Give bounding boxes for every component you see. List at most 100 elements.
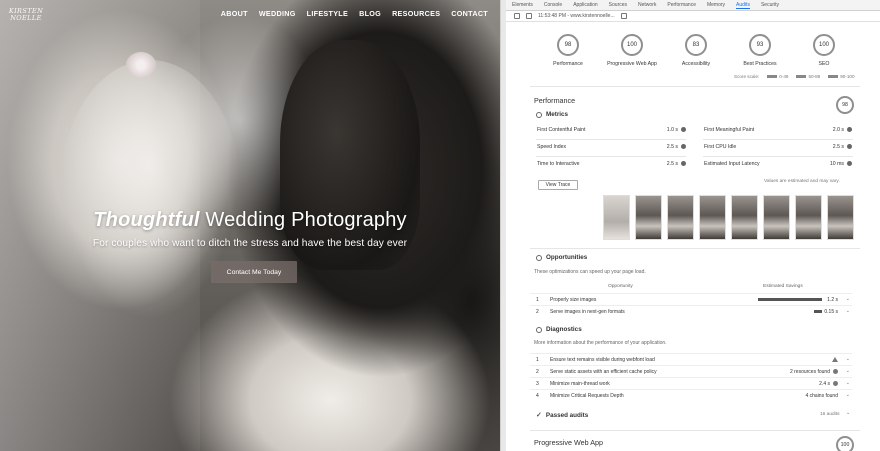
metric-label: First Meaningful Paint xyxy=(704,127,755,133)
average-icon xyxy=(847,144,852,150)
pass-icon xyxy=(847,161,852,167)
gauge-ring: 93 xyxy=(749,34,771,56)
tab-audits[interactable]: Audits xyxy=(736,2,750,9)
tab-elements[interactable]: Elements xyxy=(512,2,533,8)
opportunities-icon xyxy=(536,254,542,261)
tab-application[interactable]: Application xyxy=(573,2,597,8)
diagnostics-title: Diagnostics xyxy=(546,326,582,333)
savings-column-header: Estimated Savings xyxy=(763,284,803,289)
site-nav: ABOUT WEDDING LIFESTYLE BLOG RESOURCES C… xyxy=(221,9,488,18)
hair-flower-image-region xyxy=(126,52,156,78)
opportunity-row[interactable]: 2 Serve images in next-gen formats 0.15 … xyxy=(530,305,852,316)
gauge-best-practices[interactable]: 93 Best Practices xyxy=(728,34,792,67)
expand-chevron-icon[interactable]: ⌄ xyxy=(846,308,850,314)
average-icon xyxy=(847,127,852,133)
row-value xyxy=(832,357,838,363)
metrics-header[interactable]: Metrics xyxy=(536,111,568,118)
metric-label: First CPU Idle xyxy=(704,144,737,150)
metric-value: 2.5 s xyxy=(646,161,686,167)
filmstrip-frame[interactable] xyxy=(827,195,854,240)
site-logo[interactable]: KIRSTEN NOELLE xyxy=(8,7,44,32)
performance-score-ring: 98 xyxy=(836,96,854,114)
expand-chevron-icon[interactable]: ⌄ xyxy=(846,410,850,416)
download-icon[interactable] xyxy=(526,13,532,19)
nav-contact[interactable]: CONTACT xyxy=(451,9,488,18)
row-label: Minimize Critical Requests Depth xyxy=(550,393,624,399)
logo-line-2: NOELLE xyxy=(10,14,42,23)
opportunities-description: These optimizations can speed up your pa… xyxy=(534,269,646,275)
tab-network[interactable]: Network xyxy=(638,2,656,8)
diagnostic-row[interactable]: 3 Minimize main-thread work 2.4 s ⌄ xyxy=(530,377,852,388)
filmstrip-frame[interactable] xyxy=(763,195,790,240)
row-label: Ensure text remains visible during webfo… xyxy=(550,357,655,363)
filmstrip-frame[interactable] xyxy=(795,195,822,240)
diagnostics-description: More information about the performance o… xyxy=(534,340,667,346)
hero-title-rest: Wedding Photography xyxy=(199,209,407,231)
diagnostic-row[interactable]: 2 Serve static assets with an efficient … xyxy=(530,365,852,376)
divider xyxy=(703,156,853,157)
opportunities-title: Opportunities xyxy=(546,254,588,261)
expand-chevron-icon[interactable]: ⌄ xyxy=(846,392,850,398)
hero-subtitle: For couples who want to ditch the stress… xyxy=(92,238,408,249)
tab-memory[interactable]: Memory xyxy=(707,2,725,8)
opportunities-header[interactable]: Opportunities xyxy=(536,254,587,261)
filmstrip-frame[interactable] xyxy=(635,195,662,240)
row-number: 2 xyxy=(536,309,539,315)
gauge-performance[interactable]: 98 Performance xyxy=(536,34,600,67)
row-value: 2.4 s xyxy=(819,381,838,387)
add-audit-icon[interactable] xyxy=(514,13,520,19)
filmstrip-frame[interactable] xyxy=(731,195,758,240)
row-label: Minimize main-thread work xyxy=(550,381,610,387)
row-number: 2 xyxy=(536,369,539,375)
pwa-section-title: Progressive Web App xyxy=(534,438,603,447)
gauge-label: Performance xyxy=(553,61,583,67)
gauge-accessibility[interactable]: 83 Accessibility xyxy=(664,34,728,67)
nav-blog[interactable]: BLOG xyxy=(359,9,381,18)
expand-chevron-icon[interactable]: ⌄ xyxy=(846,380,850,386)
audit-report-select[interactable]: 11:53:48 PM - www.kirstennoelle... xyxy=(538,13,615,19)
row-number: 4 xyxy=(536,393,539,399)
tab-sources[interactable]: Sources xyxy=(609,2,627,8)
metric-value: 2.0 s xyxy=(812,127,852,133)
nav-wedding[interactable]: WEDDING xyxy=(259,9,296,18)
expand-chevron-icon[interactable]: ⌄ xyxy=(846,296,850,302)
expand-chevron-icon[interactable]: ⌄ xyxy=(846,356,850,362)
tab-performance[interactable]: Performance xyxy=(667,2,696,8)
nav-lifestyle[interactable]: LIFESTYLE xyxy=(307,9,348,18)
divider xyxy=(536,139,686,140)
gauge-ring: 98 xyxy=(557,34,579,56)
diagnostics-header[interactable]: Diagnostics xyxy=(536,326,582,333)
metric-value: 10 ms xyxy=(812,161,852,167)
gauge-ring: 100 xyxy=(813,34,835,56)
devtools-tabbar: Elements Console Application Sources Net… xyxy=(506,0,880,11)
gauge-label: SEO xyxy=(818,61,830,67)
average-icon xyxy=(681,144,686,150)
metric-label: Time to Interactive xyxy=(537,161,580,167)
diagnostic-row[interactable]: 1 Ensure text remains visible during web… xyxy=(530,353,852,364)
opportunity-row[interactable]: 1 Properly size images 1.2 s ⌄ xyxy=(530,293,852,304)
warning-icon xyxy=(832,357,838,363)
tab-console[interactable]: Console xyxy=(544,2,562,8)
divider xyxy=(530,430,860,431)
website-hero: KIRSTEN NOELLE ABOUT WEDDING LIFESTYLE B… xyxy=(0,0,500,451)
gauge-label: Best Practices xyxy=(743,61,777,67)
passed-audits-header[interactable]: ✓ Passed audits xyxy=(536,411,588,420)
diagnostics-icon xyxy=(536,326,542,333)
diagnostic-row[interactable]: 4 Minimize Critical Requests Depth 4 cha… xyxy=(530,389,852,400)
gauge-seo[interactable]: 100 SEO xyxy=(792,34,856,67)
filmstrip xyxy=(603,195,854,240)
nav-about[interactable]: ABOUT xyxy=(221,9,248,18)
filmstrip-frame[interactable] xyxy=(603,195,630,240)
tab-security[interactable]: Security xyxy=(761,2,779,8)
contact-cta-button[interactable]: Contact Me Today xyxy=(211,261,297,283)
audits-toolbar: 11:53:48 PM - www.kirstennoelle... xyxy=(506,11,880,22)
nav-resources[interactable]: RESOURCES xyxy=(392,9,440,18)
clear-icon[interactable] xyxy=(620,13,627,19)
view-trace-button[interactable]: View Trace xyxy=(538,180,578,190)
expand-chevron-icon[interactable]: ⌄ xyxy=(846,368,850,374)
savings-bar xyxy=(758,298,822,301)
gauge-pwa[interactable]: 100 Progressive Web App xyxy=(600,34,664,67)
metric-value: 1.0 s xyxy=(646,127,686,133)
filmstrip-frame[interactable] xyxy=(667,195,694,240)
filmstrip-frame[interactable] xyxy=(699,195,726,240)
